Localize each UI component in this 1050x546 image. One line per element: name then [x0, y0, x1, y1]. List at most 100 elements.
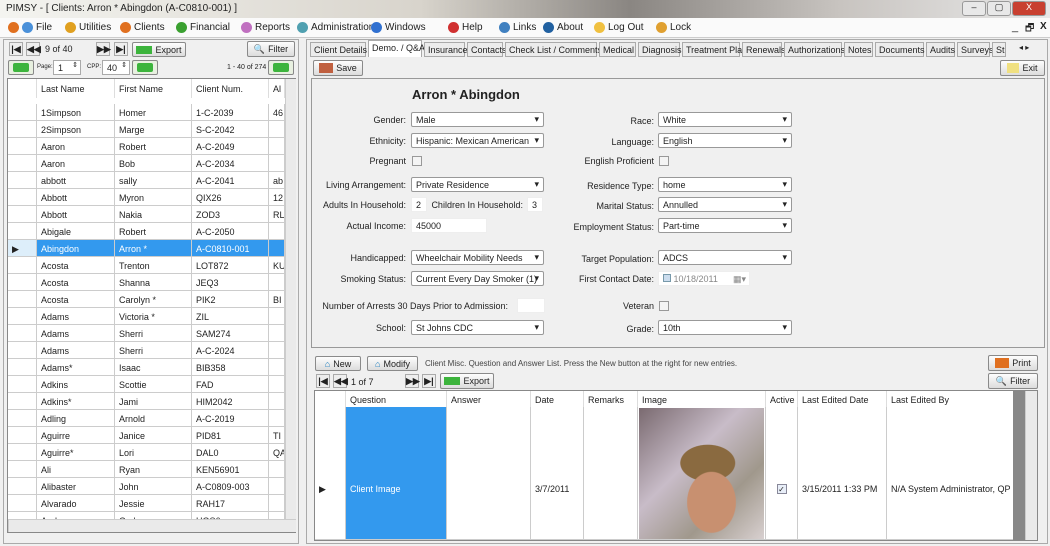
table-cell[interactable] [269, 325, 285, 342]
table-cell[interactable]: ab [269, 172, 285, 189]
qa-filter-button[interactable]: 🔍 Filter [988, 373, 1038, 389]
table-cell[interactable]: Abbott [37, 206, 115, 223]
table-cell[interactable]: Shanna [115, 274, 192, 291]
row-selector[interactable] [8, 138, 37, 155]
table-cell[interactable]: 2Simpson [37, 121, 115, 138]
menu-financial[interactable]: Financial [176, 22, 230, 33]
table-cell[interactable]: Aguirre* [37, 444, 115, 461]
table-cell[interactable]: A-C-2034 [192, 155, 269, 172]
prev-page-button[interactable] [8, 60, 34, 75]
table-cell[interactable]: A-C0810-001 [192, 240, 269, 257]
qa-next-button[interactable]: ▶▶ [405, 374, 420, 388]
table-cell[interactable]: John [115, 478, 192, 495]
save-button[interactable]: Save [313, 60, 363, 76]
table-cell[interactable] [269, 478, 285, 495]
table-cell[interactable]: A-C-2049 [192, 138, 269, 155]
table-cell[interactable]: FAD [192, 376, 269, 393]
table-cell[interactable] [269, 376, 285, 393]
handicapped-dropdown[interactable]: Wheelchair Mobility Needs [411, 250, 544, 265]
row-selector[interactable]: ▶ [8, 240, 37, 257]
menu-utilities[interactable]: Utilities [65, 22, 111, 33]
table-cell[interactable]: Adams [37, 325, 115, 342]
tab-insurance[interactable]: Insurance [424, 42, 468, 57]
next-page-button[interactable] [132, 60, 158, 75]
table-cell[interactable]: abbott [37, 172, 115, 189]
qa-image-cell[interactable] [638, 407, 766, 540]
mdi-restore[interactable]: 🗗 [1025, 21, 1034, 38]
table-cell[interactable]: KEN56901 [192, 461, 269, 478]
refresh-button[interactable] [268, 60, 294, 75]
qa-export-button[interactable]: Export [440, 373, 494, 389]
tab-client-details[interactable]: Client Details [310, 42, 367, 57]
table-cell[interactable]: HIM2042 [192, 393, 269, 410]
row-selector[interactable] [8, 172, 37, 189]
table-cell[interactable]: DAL0 [192, 444, 269, 461]
employment-dropdown[interactable]: Part-time [658, 218, 792, 233]
table-cell[interactable]: Lori [115, 444, 192, 461]
row-selector[interactable] [8, 325, 37, 342]
table-cell[interactable]: TI [269, 427, 285, 444]
table-cell[interactable]: QA [269, 444, 285, 461]
qa-answer[interactable] [447, 407, 531, 540]
table-cell[interactable]: KU [269, 257, 285, 274]
tab-authorizations[interactable]: Authorizations [784, 42, 845, 57]
row-selector[interactable] [8, 376, 37, 393]
qa-question[interactable]: Client Image [346, 407, 447, 540]
new-button[interactable]: ⌂ New [315, 356, 361, 371]
tab-renewals[interactable]: Renewals [742, 42, 786, 57]
menu-windows[interactable]: Windows [371, 22, 426, 33]
row-selector[interactable] [8, 410, 37, 427]
table-cell[interactable]: Robert [115, 138, 192, 155]
column-header[interactable]: Al [269, 79, 285, 98]
vertical-scrollbar[interactable] [285, 79, 296, 519]
tab-scroll-arrows[interactable]: ◂ ▸ [1019, 43, 1029, 52]
table-cell[interactable]: BI [269, 291, 285, 308]
children-input[interactable]: 3 [527, 197, 543, 212]
tab-medical[interactable]: Medical [599, 42, 636, 57]
row-selector[interactable] [8, 427, 37, 444]
table-cell[interactable]: Acosta [37, 257, 115, 274]
prev-record-button[interactable]: ◀◀ [26, 42, 41, 56]
print-button[interactable]: Print [988, 355, 1038, 371]
table-cell[interactable]: Jessie [115, 495, 192, 512]
table-cell[interactable]: Ryan [115, 461, 192, 478]
table-cell[interactable] [269, 138, 285, 155]
table-cell[interactable]: Homer [115, 104, 192, 121]
table-cell[interactable] [269, 308, 285, 325]
income-input[interactable]: 45000 [411, 218, 487, 233]
menu-reports[interactable]: Reports [241, 22, 290, 33]
marital-dropdown[interactable]: Annulled [658, 197, 792, 212]
table-cell[interactable] [269, 359, 285, 376]
column-header[interactable]: Last Name [37, 79, 115, 98]
row-selector[interactable] [8, 444, 37, 461]
table-cell[interactable]: 1Simpson [37, 104, 115, 121]
row-selector[interactable] [8, 257, 37, 274]
smoking-dropdown[interactable]: Current Every Day Smoker (1) [411, 271, 544, 286]
race-dropdown[interactable]: White [658, 112, 792, 127]
calendar-icon[interactable]: ▦▾ [733, 274, 746, 285]
table-cell[interactable]: Acosta [37, 291, 115, 308]
table-cell[interactable]: 46 [269, 104, 285, 121]
menu-file[interactable]: File [22, 22, 52, 33]
tab-surveys[interactable]: Surveys [957, 42, 994, 57]
tab-audits[interactable]: Audits [926, 42, 955, 57]
table-cell[interactable]: Marge [115, 121, 192, 138]
table-cell[interactable]: Sherri [115, 325, 192, 342]
first-record-button[interactable]: |◀ [9, 42, 23, 56]
tab-check-list-comments[interactable]: Check List / Comments [505, 42, 602, 57]
first-contact-date-picker[interactable]: 10/18/2011 ▦▾ [658, 271, 750, 286]
row-selector[interactable] [8, 291, 37, 308]
modify-button[interactable]: ⌂ Modify [367, 356, 418, 371]
column-header[interactable]: Client Num. [192, 79, 269, 98]
school-dropdown[interactable]: St Johns CDC [411, 320, 544, 335]
table-cell[interactable]: Adams [37, 342, 115, 359]
row-selector[interactable] [8, 206, 37, 223]
table-cell[interactable]: Adkins* [37, 393, 115, 410]
row-selector[interactable] [8, 393, 37, 410]
next-record-button[interactable]: ▶▶ [96, 42, 111, 56]
row-selector[interactable] [8, 308, 37, 325]
table-cell[interactable]: A-C-2024 [192, 342, 269, 359]
maximize-button[interactable]: ▢ [987, 1, 1011, 16]
table-cell[interactable] [269, 342, 285, 359]
row-selector[interactable] [8, 495, 37, 512]
